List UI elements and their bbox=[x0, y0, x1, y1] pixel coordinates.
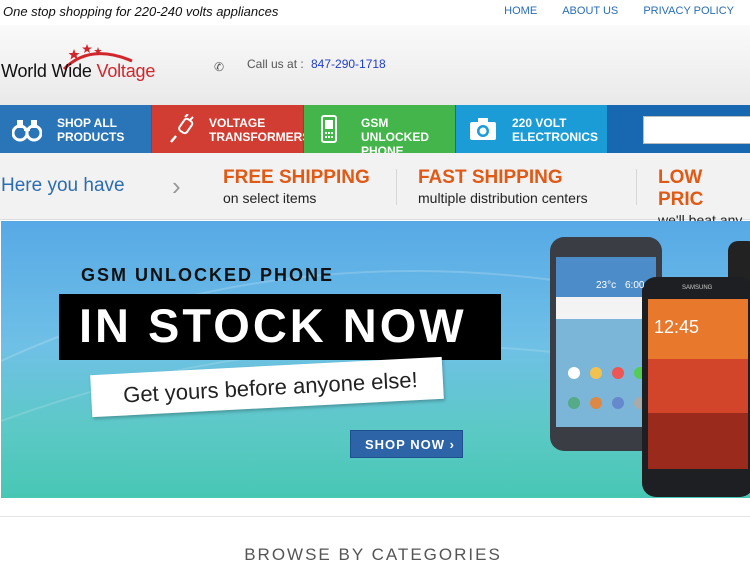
hero-banner[interactable]: GSM UNLOCKED PHONE IN STOCK NOW Get your… bbox=[1, 221, 750, 498]
nav-label-line2: PRODUCTS bbox=[57, 130, 125, 144]
nav-gsm-unlocked-phone[interactable]: GSM UNLOCKED PHONE bbox=[304, 105, 455, 158]
site-header: World Wide Voltage ✆ Call us at : 847-29… bbox=[0, 25, 750, 105]
banner-kicker: GSM UNLOCKED PHONE bbox=[81, 265, 335, 285]
nav-label-line1: SHOP ALL bbox=[57, 116, 118, 130]
divider bbox=[396, 169, 397, 205]
nav-220-volt-electronics[interactable]: 220 VOLT ELECTRONICS bbox=[456, 105, 607, 153]
plug-icon bbox=[170, 114, 194, 143]
phone2-time: 12:45 bbox=[654, 317, 699, 337]
nav-label-line1: VOLTAGE bbox=[209, 116, 266, 130]
nav-label-line1: 220 VOLT bbox=[512, 116, 567, 130]
logo-text: World Wide bbox=[1, 61, 97, 81]
info-bar: Here you have › FREE SHIPPING on select … bbox=[0, 153, 750, 228]
main-nav: SHOP ALL PRODUCTS VOLTAGE TRANSFORMERS GSM… bbox=[0, 105, 750, 158]
nav-label-line1: GSM UNLOCKED bbox=[361, 116, 429, 144]
promo-title: FREE SHIPPING bbox=[223, 167, 370, 188]
top-bar: One stop shopping for 220-240 volts appl… bbox=[0, 0, 750, 26]
promo-fast-shipping: FAST SHIPPING multiple distribution cent… bbox=[418, 167, 588, 206]
banner-tagline: Get yours before anyone else! bbox=[122, 367, 419, 408]
banner-headline-box: IN STOCK NOW bbox=[59, 294, 501, 360]
nav-voltage-transformers[interactable]: VOLTAGE TRANSFORMERS bbox=[152, 105, 310, 153]
shop-now-button[interactable]: SHOP NOW › bbox=[350, 430, 463, 458]
banner-headline: IN STOCK NOW bbox=[79, 299, 467, 352]
call-us-label: Call us at : bbox=[247, 57, 304, 71]
home-link[interactable]: HOME bbox=[504, 5, 537, 17]
chevron-right-icon: › bbox=[172, 171, 181, 201]
phone1-temp: 23°c bbox=[596, 280, 616, 291]
telephone-icon: ✆ bbox=[214, 60, 225, 74]
promo-low-price: LOW PRIC we'll beat any bbox=[658, 167, 750, 228]
section-divider bbox=[0, 516, 750, 517]
phone-number-link[interactable]: 847-290-1718 bbox=[311, 57, 386, 71]
mobile-phone-icon bbox=[321, 115, 337, 143]
nav-label-line2: TRANSFORMERS bbox=[209, 130, 311, 144]
privacy-policy-link[interactable]: PRIVACY POLICY bbox=[643, 5, 734, 17]
nav-shop-all-products[interactable]: SHOP ALL PRODUCTS bbox=[0, 105, 151, 153]
about-us-link[interactable]: ABOUT US bbox=[562, 5, 618, 17]
phones-image: 23°c 6:00 12:45 SAMSUNG bbox=[550, 237, 750, 497]
divider bbox=[636, 169, 637, 205]
browse-categories-heading: BROWSE BY CATEGORIES bbox=[244, 545, 502, 564]
breadcrumb: Here you have bbox=[1, 175, 125, 196]
shop-now-label: SHOP NOW › bbox=[365, 437, 455, 452]
promo-title: FAST SHIPPING bbox=[418, 167, 563, 188]
promo-title: LOW PRIC bbox=[658, 167, 704, 210]
search-input[interactable] bbox=[643, 116, 750, 144]
promo-free-shipping: FREE SHIPPING on select items bbox=[223, 167, 370, 206]
nav-label-line2: ELECTRONICS bbox=[512, 130, 599, 144]
promo-subtitle: multiple distribution centers bbox=[418, 190, 588, 206]
logo-text-accent: Voltage bbox=[96, 61, 156, 81]
promo-subtitle: on select items bbox=[223, 190, 317, 206]
phone1-time: 6:00 bbox=[625, 280, 645, 291]
site-logo[interactable]: World Wide Voltage bbox=[1, 61, 155, 82]
site-tagline: One stop shopping for 220-240 volts appl… bbox=[3, 4, 279, 19]
camera-icon bbox=[470, 118, 496, 140]
top-links: HOME ABOUT US PRIVACY POLICY bbox=[482, 5, 734, 17]
phone2-brand: SAMSUNG bbox=[682, 285, 713, 291]
binoculars-icon bbox=[12, 120, 42, 142]
